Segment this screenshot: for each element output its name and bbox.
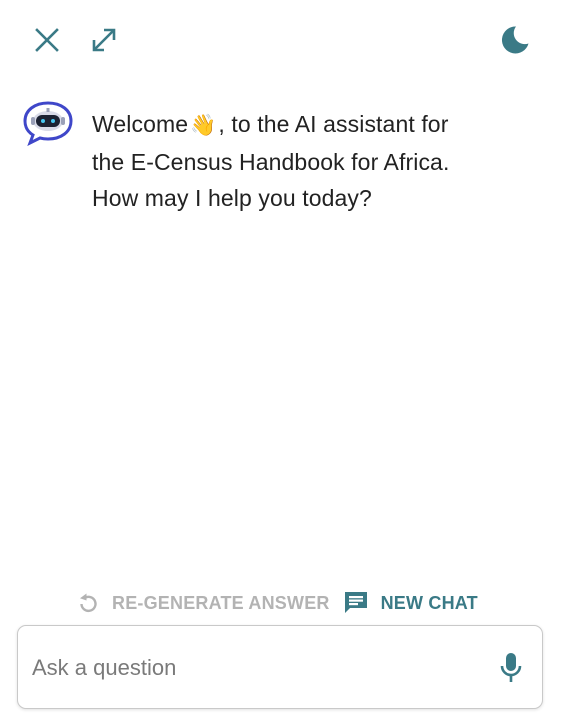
chat-actions: RE-GENERATE ANSWER NEW CHAT [76,588,478,618]
regenerate-answer-button[interactable]: RE-GENERATE ANSWER [76,591,330,615]
microphone-icon [500,653,522,682]
assistant-message: Welcome👋, to the AI assistant for the E-… [22,100,542,216]
microphone-button[interactable] [496,650,526,686]
chat-panel: Welcome👋, to the AI assistant for the E-… [0,0,563,720]
message-text: Welcome👋, to the AI assistant for the E-… [92,106,449,216]
message-welcome: Welcome [92,111,189,137]
message-line-1: Welcome👋, to the AI assistant for [92,106,449,144]
new-chat-label: NEW CHAT [380,592,478,613]
close-button[interactable] [31,24,63,56]
message-line-3: How may I help you today? [92,185,372,211]
theme-toggle-button[interactable] [497,22,533,58]
close-icon [35,28,59,52]
message-line-2: the E-Census Handbook for Africa. [92,149,450,175]
chatbot-avatar-icon [23,101,73,146]
expand-button[interactable] [88,24,120,56]
new-chat-button[interactable]: NEW CHAT [343,590,478,616]
chat-icon [344,592,367,613]
question-input-container [17,625,543,709]
question-input[interactable] [30,646,474,690]
refresh-icon [80,593,97,613]
moon-icon [501,26,529,54]
expand-icon [92,28,116,52]
message-line-1-rest: , to the AI assistant for [218,111,449,137]
waving-hand-icon: 👋 [190,114,217,137]
regenerate-answer-label: RE-GENERATE ANSWER [112,592,330,613]
